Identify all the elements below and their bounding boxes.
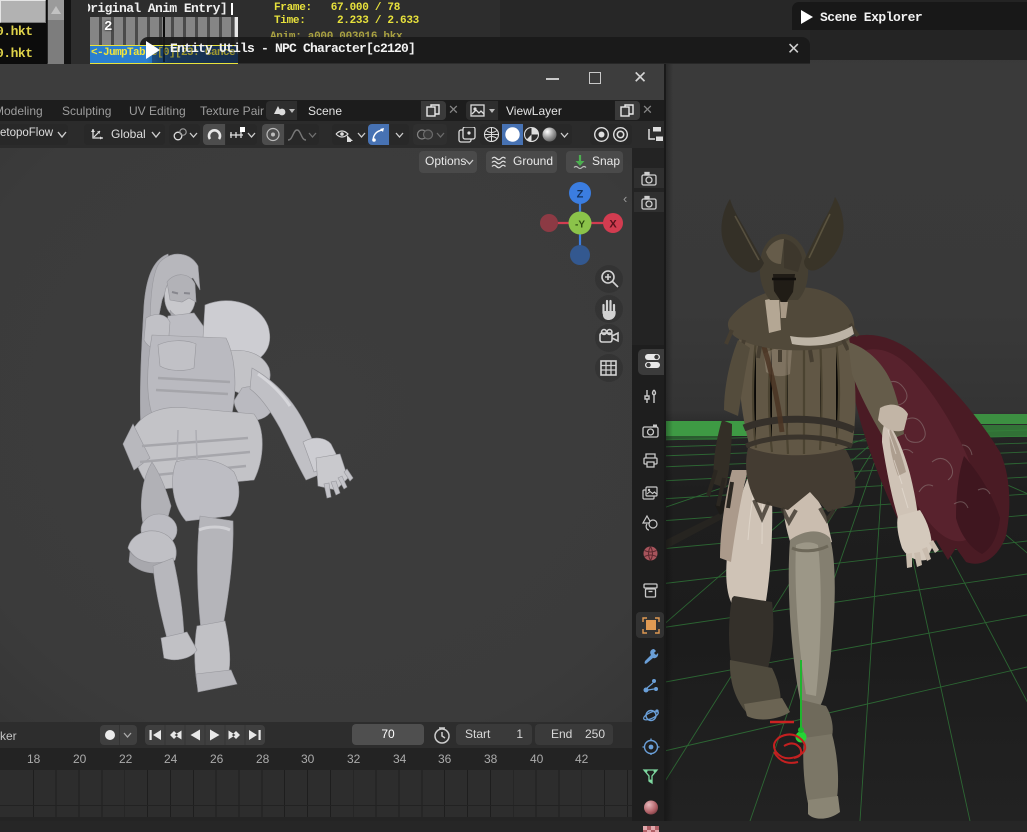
svg-text:Z: Z: [577, 189, 584, 201]
svg-text:-Y: -Y: [575, 220, 585, 231]
svg-text:X: X: [609, 219, 617, 231]
